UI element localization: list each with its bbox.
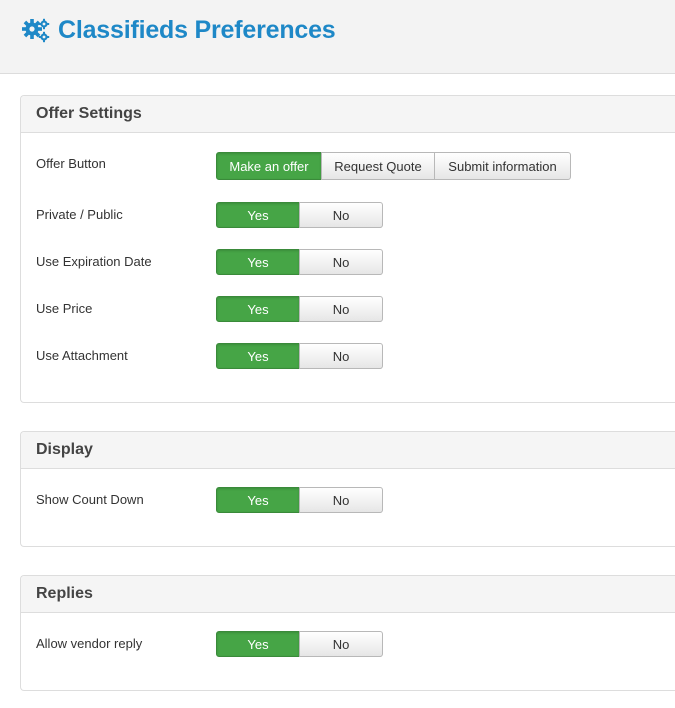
private-public-label: Private / Public xyxy=(36,207,123,222)
vendor-reply-yes-button[interactable]: Yes xyxy=(216,631,300,657)
expiration-label: Use Expiration Date xyxy=(36,254,152,269)
expiration-yes-button[interactable]: Yes xyxy=(216,249,300,275)
private-public-toggle: Yes No xyxy=(216,202,383,228)
display-panel: Display Show Count Down Yes No xyxy=(20,431,675,547)
replies-header: Replies xyxy=(21,576,675,613)
private-public-no-button[interactable]: No xyxy=(299,202,383,228)
make-an-offer-button[interactable]: Make an offer xyxy=(216,152,322,180)
submit-information-button[interactable]: Submit information xyxy=(434,152,571,180)
request-quote-button[interactable]: Request Quote xyxy=(321,152,435,180)
attachment-yes-button[interactable]: Yes xyxy=(216,343,300,369)
price-no-button[interactable]: No xyxy=(299,296,383,322)
offer-settings-header: Offer Settings xyxy=(21,96,675,133)
attachment-no-button[interactable]: No xyxy=(299,343,383,369)
replies-title: Replies xyxy=(36,585,93,602)
replies-panel: Replies Allow vendor reply Yes No xyxy=(20,575,675,691)
attachment-label: Use Attachment xyxy=(36,348,128,363)
expiration-no-button[interactable]: No xyxy=(299,249,383,275)
display-header: Display xyxy=(21,432,675,469)
vendor-reply-label: Allow vendor reply xyxy=(36,636,143,651)
countdown-no-button[interactable]: No xyxy=(299,487,383,513)
offer-button-label: Offer Button xyxy=(36,156,106,171)
vendor-reply-no-button[interactable]: No xyxy=(299,631,383,657)
page-title: Classifieds Preferences xyxy=(58,16,336,44)
offer-settings-title: Offer Settings xyxy=(36,105,142,122)
offer-button-group: Make an offer Request Quote Submit infor… xyxy=(216,152,571,180)
gears-icon xyxy=(22,18,50,43)
expiration-toggle: Yes No xyxy=(216,249,383,275)
price-yes-button[interactable]: Yes xyxy=(216,296,300,322)
page-header: Classifieds Preferences xyxy=(0,0,675,74)
countdown-toggle: Yes No xyxy=(216,487,383,513)
price-label: Use Price xyxy=(36,301,93,316)
display-title: Display xyxy=(36,441,93,458)
countdown-yes-button[interactable]: Yes xyxy=(216,487,300,513)
price-toggle: Yes No xyxy=(216,296,383,322)
attachment-toggle: Yes No xyxy=(216,343,383,369)
offer-settings-panel: Offer Settings Offer Button Make an offe… xyxy=(20,95,675,403)
private-public-yes-button[interactable]: Yes xyxy=(216,202,300,228)
vendor-reply-toggle: Yes No xyxy=(216,631,383,657)
countdown-label: Show Count Down xyxy=(36,492,144,507)
